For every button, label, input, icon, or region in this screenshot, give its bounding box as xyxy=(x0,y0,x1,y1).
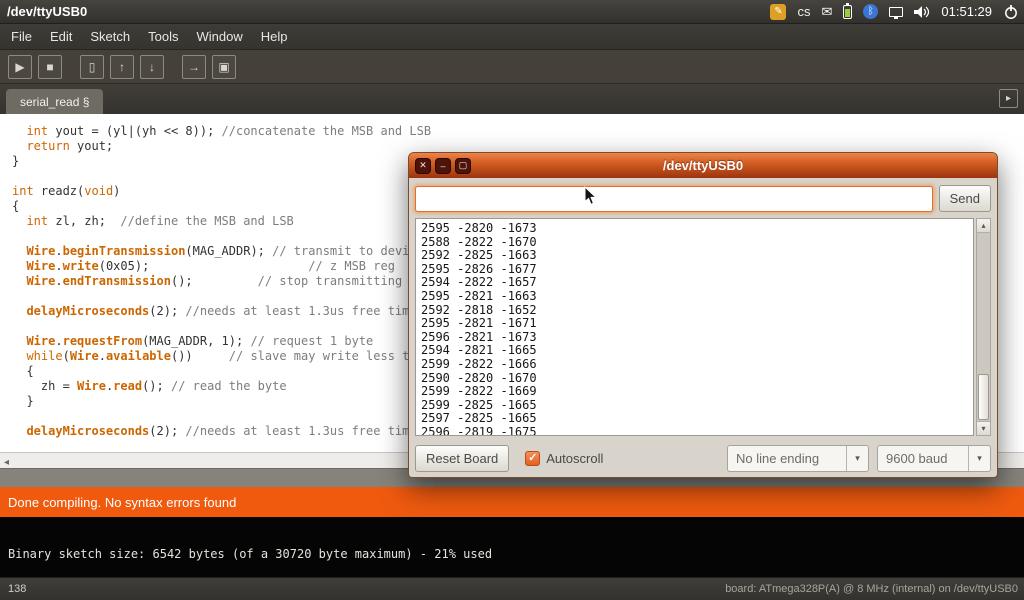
panel-window-title: /dev/ttyUSB0 xyxy=(0,4,87,19)
upload-button[interactable]: → xyxy=(182,55,206,79)
code-line: int yout = (yl|(yh << 8)); //concatenate… xyxy=(12,124,1024,139)
serial-monitor-title: /dev/ttyUSB0 xyxy=(409,158,997,173)
serial-output-line: 2597 -2825 -1665 xyxy=(421,412,968,426)
scroll-left-arrow-icon[interactable] xyxy=(0,452,9,470)
tabbar: serial_read § ▸ xyxy=(0,84,1024,114)
verify-button[interactable]: ▶ xyxy=(8,55,32,79)
session-menu-icon[interactable] xyxy=(1003,4,1019,20)
top-panel: /dev/ttyUSB0 ✎ cs ✉ ᛒ 01:51:29 xyxy=(0,0,1024,24)
serial-output-line: 2588 -2822 -1670 xyxy=(421,236,968,250)
serial-input-row: Send xyxy=(409,178,997,216)
serial-output-line: 2590 -2820 -1670 xyxy=(421,372,968,386)
serial-output-line: 2599 -2822 -1666 xyxy=(421,358,968,372)
new-sketch-button[interactable]: ▯ xyxy=(80,55,104,79)
line-number-indicator: 138 xyxy=(0,583,26,595)
autoscroll-checkbox[interactable] xyxy=(525,451,540,466)
mail-icon[interactable]: ✉ xyxy=(821,4,832,20)
volume-icon[interactable] xyxy=(914,5,930,19)
chevron-down-icon xyxy=(846,446,868,471)
new-sketch-icon: ▯ xyxy=(89,61,96,73)
serial-output[interactable]: 2595 -2820 -16732588 -2822 -16702592 -28… xyxy=(415,218,974,436)
serial-output-line: 2595 -2820 -1673 xyxy=(421,222,968,236)
board-info: board: ATmega328P(A) @ 8 MHz (internal) … xyxy=(725,583,1024,595)
tab-serial-read[interactable]: serial_read § xyxy=(6,89,103,114)
serial-output-line: 2592 -2818 -1652 xyxy=(421,304,968,318)
keyboard-layout-indicator[interactable]: cs xyxy=(797,4,810,19)
serial-output-wrap: 2595 -2820 -16732588 -2822 -16702592 -28… xyxy=(415,218,991,436)
open-sketch-button[interactable]: ↑ xyxy=(110,55,134,79)
verify-icon: ▶ xyxy=(15,61,24,73)
serial-output-line: 2595 -2826 -1677 xyxy=(421,263,968,277)
stop-icon: ■ xyxy=(46,61,53,73)
menu-tools[interactable]: Tools xyxy=(139,24,187,50)
serial-output-line: 2596 -2819 -1675 xyxy=(421,426,968,436)
tab-menu-button[interactable]: ▸ xyxy=(999,89,1018,108)
menu-window[interactable]: Window xyxy=(187,24,251,50)
maximize-button[interactable]: ▢ xyxy=(455,158,471,174)
console-text: Binary sketch size: 6542 bytes (of a 307… xyxy=(8,547,492,561)
serial-monitor-controls: Reset Board Autoscroll No line ending 96… xyxy=(409,436,997,481)
minimize-button[interactable]: – xyxy=(435,158,451,174)
minimize-icon: – xyxy=(440,161,445,171)
close-button[interactable]: ✕ xyxy=(415,158,431,174)
serial-output-line: 2599 -2825 -1665 xyxy=(421,399,968,413)
toolbar: ▶ ■ ▯ ↑ ↓ → ▣ xyxy=(0,50,1024,84)
serial-monitor-window: /dev/ttyUSB0 ✕ – ▢ Send 2595 -2820 -1673… xyxy=(408,152,998,478)
window-controls: ✕ – ▢ xyxy=(409,158,471,174)
menu-help[interactable]: Help xyxy=(252,24,297,50)
serial-output-line: 2595 -2821 -1663 xyxy=(421,290,968,304)
menu-file[interactable]: File xyxy=(2,24,41,50)
reset-board-button[interactable]: Reset Board xyxy=(415,445,509,472)
serial-monitor-icon: ▣ xyxy=(218,61,229,73)
scrollbar-thumb[interactable] xyxy=(978,374,989,420)
battery-icon[interactable] xyxy=(843,5,852,19)
serial-output-line: 2594 -2822 -1657 xyxy=(421,276,968,290)
tab-menu-icon: ▸ xyxy=(1006,93,1011,104)
serial-send-input[interactable] xyxy=(415,186,933,212)
chevron-down-icon xyxy=(968,446,990,471)
serial-output-line: 2594 -2821 -1665 xyxy=(421,344,968,358)
save-sketch-button[interactable]: ↓ xyxy=(140,55,164,79)
maximize-icon: ▢ xyxy=(459,160,468,171)
stop-button[interactable]: ■ xyxy=(38,55,62,79)
battery-level xyxy=(845,9,850,17)
network-icon[interactable] xyxy=(889,7,903,17)
tab-label: serial_read § xyxy=(20,95,89,109)
baud-rate-value: 9600 baud xyxy=(878,451,968,466)
menubar: FileEditSketchToolsWindowHelp xyxy=(0,24,1024,50)
serial-monitor-titlebar[interactable]: /dev/ttyUSB0 ✕ – ▢ xyxy=(409,153,997,178)
build-console: Binary sketch size: 6542 bytes (of a 307… xyxy=(0,517,1024,577)
serial-output-line: 2592 -2825 -1663 xyxy=(421,249,968,263)
footer-bar: 138 board: ATmega328P(A) @ 8 MHz (intern… xyxy=(0,577,1024,600)
open-sketch-icon: ↑ xyxy=(119,61,125,73)
menu-sketch[interactable]: Sketch xyxy=(81,24,139,50)
menu-edit[interactable]: Edit xyxy=(41,24,81,50)
bluetooth-icon[interactable]: ᛒ xyxy=(863,4,878,19)
send-button[interactable]: Send xyxy=(939,185,991,212)
scroll-up-arrow-icon[interactable] xyxy=(977,219,990,233)
serial-output-scrollbar[interactable] xyxy=(976,218,991,436)
save-sketch-icon: ↓ xyxy=(149,61,155,73)
line-ending-value: No line ending xyxy=(728,451,846,466)
status-message: Done compiling. No syntax errors found xyxy=(0,495,236,510)
serial-output-line: 2596 -2821 -1673 xyxy=(421,331,968,345)
status-bar: Done compiling. No syntax errors found xyxy=(0,487,1024,517)
line-ending-dropdown[interactable]: No line ending xyxy=(727,445,869,472)
close-icon: ✕ xyxy=(419,160,427,171)
serial-output-line: 2595 -2821 -1671 xyxy=(421,317,968,331)
system-tray: ✎ cs ✉ ᛒ 01:51:29 xyxy=(770,4,1024,20)
baud-rate-dropdown[interactable]: 9600 baud xyxy=(877,445,991,472)
notes-icon[interactable]: ✎ xyxy=(770,4,786,20)
autoscroll-label: Autoscroll xyxy=(546,451,603,466)
clock[interactable]: 01:51:29 xyxy=(941,4,992,19)
serial-output-line: 2599 -2822 -1669 xyxy=(421,385,968,399)
send-button-label: Send xyxy=(950,191,980,206)
scroll-down-arrow-icon[interactable] xyxy=(977,421,990,435)
scrollbar-track[interactable] xyxy=(977,233,990,421)
serial-monitor-button[interactable]: ▣ xyxy=(212,55,236,79)
reset-board-label: Reset Board xyxy=(426,451,498,466)
upload-icon: → xyxy=(188,61,200,73)
